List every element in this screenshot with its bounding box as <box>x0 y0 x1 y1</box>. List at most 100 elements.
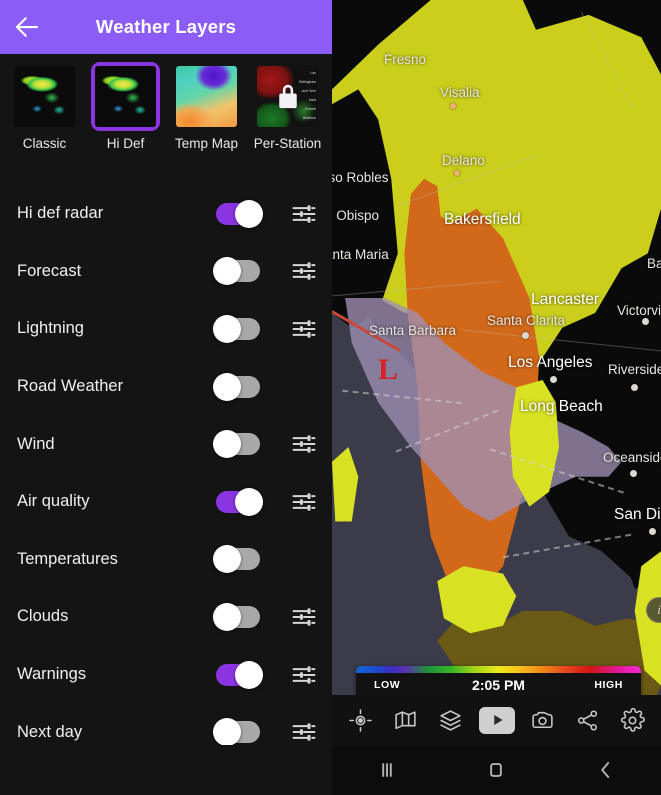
layer-settings-button[interactable] <box>290 430 318 458</box>
thumbnail-image <box>176 66 237 127</box>
map-bottom-toolbar <box>332 695 661 745</box>
camera-icon <box>532 711 553 728</box>
layer-label: Lightning <box>17 319 84 338</box>
map-style-option-temp-map[interactable]: Temp Map <box>166 62 247 185</box>
layer-row-wind[interactable]: Wind <box>0 415 332 473</box>
layer-toggle[interactable] <box>213 602 260 631</box>
thumbnail-mini-label: Everett <box>305 107 316 111</box>
layer-label: Wind <box>17 434 55 453</box>
layer-settings-button[interactable] <box>290 315 318 343</box>
back-icon <box>601 761 610 779</box>
layer-row-lightning[interactable]: Lightning <box>0 300 332 358</box>
settings-button[interactable] <box>616 703 650 737</box>
back-button[interactable] <box>0 0 54 54</box>
map-style-option-per-station[interactable]: Lac Bellingham ount Vern inset Everett Bellev… <box>247 62 328 185</box>
android-recents-button[interactable] <box>363 746 411 794</box>
layer-settings-button[interactable] <box>290 718 318 745</box>
share-button[interactable] <box>571 703 605 737</box>
home-icon <box>490 763 503 777</box>
layer-settings-button[interactable] <box>290 257 318 285</box>
map-city-dot <box>522 332 529 339</box>
toggle-knob <box>213 545 241 574</box>
layer-toggle[interactable] <box>213 718 260 745</box>
map-style-thumbnail <box>10 62 79 131</box>
legend-color-bar <box>356 666 641 673</box>
layer-toggle[interactable] <box>213 545 260 574</box>
map-style-option-classic[interactable]: Classic <box>4 62 85 185</box>
toggle-knob <box>213 372 241 401</box>
crosshair-location-icon <box>349 708 372 732</box>
map-style-thumbnail <box>91 62 160 131</box>
map-city-dot <box>450 103 456 109</box>
layers-icon <box>440 709 461 731</box>
layer-toggle[interactable] <box>216 199 263 228</box>
map-style-label: Temp Map <box>174 136 239 151</box>
layers-button[interactable] <box>434 703 468 737</box>
map-style-label: Hi Def <box>106 136 145 151</box>
toggle-knob <box>213 257 241 286</box>
weather-map[interactable]: L FresnoVisaliaDelanoBakersfieldPaso Rob… <box>332 0 661 745</box>
layer-label: Air quality <box>17 492 90 511</box>
layer-row-air-quality[interactable]: Air quality <box>0 473 332 531</box>
recents-icon <box>382 763 392 777</box>
thumbnail-mini-label: inset <box>308 98 316 102</box>
map-style-selector: Classic Hi Def Temp Map Lac Bellingham ount V… <box>0 54 332 185</box>
weather-layers-panel: Weather Layers Classic Hi Def Temp Map Lac B… <box>0 0 332 795</box>
layer-row-forecast[interactable]: Forecast <box>0 243 332 301</box>
layer-toggle[interactable] <box>216 487 263 516</box>
map-city-dot <box>631 384 638 391</box>
map-style-option-hi-def[interactable]: Hi Def <box>85 62 166 185</box>
layer-settings-button[interactable] <box>290 200 318 228</box>
layer-row-road-weather[interactable]: Road Weather <box>0 358 332 416</box>
panel-header: Weather Layers <box>0 0 332 54</box>
locate-button[interactable] <box>344 703 378 737</box>
play-button[interactable] <box>478 706 515 734</box>
layer-settings-button[interactable] <box>290 603 318 631</box>
layer-settings-button[interactable] <box>290 488 318 516</box>
layer-toggle-list[interactable]: Hi def radar Forecast Lightning Road Weathe… <box>0 185 332 745</box>
layer-row-temperatures[interactable]: Temperatures <box>0 531 332 589</box>
share-icon <box>577 709 598 731</box>
layer-label: Clouds <box>17 607 69 626</box>
toggle-knob <box>235 660 263 689</box>
lock-icon <box>274 82 302 112</box>
map-button[interactable] <box>389 703 423 737</box>
toggle-knob <box>235 199 263 228</box>
android-back-button[interactable] <box>582 746 630 794</box>
map-city-dot <box>454 170 460 176</box>
weather-app-screen: Weather Layers Classic Hi Def Temp Map Lac B… <box>0 0 661 795</box>
toggle-knob <box>213 718 241 745</box>
thumbnail-mini-label: Lac <box>310 71 316 75</box>
layer-toggle[interactable] <box>213 257 260 286</box>
layer-row-warnings[interactable]: Warnings <box>0 646 332 704</box>
layer-toggle[interactable] <box>213 430 260 459</box>
gear-icon <box>620 707 645 732</box>
low-pressure-marker: L <box>378 353 399 386</box>
layer-label: Next day <box>17 722 83 741</box>
layer-row-next-day[interactable]: Next day <box>0 703 332 745</box>
layer-toggle[interactable] <box>213 314 260 343</box>
thumbnail-image <box>95 66 156 127</box>
map-style-thumbnail <box>172 62 241 131</box>
thumbnail-mini-label: Bellevue <box>302 116 316 120</box>
camera-button[interactable] <box>526 703 560 737</box>
layer-settings-button[interactable] <box>290 661 318 689</box>
map-style-label: Classic <box>22 136 67 151</box>
android-home-button[interactable] <box>472 746 520 794</box>
layer-toggle[interactable] <box>213 372 260 401</box>
map-style-thumbnail: Lac Bellingham ount Vern inset Everett Bellev… <box>253 62 322 131</box>
layer-label: Hi def radar <box>17 204 104 223</box>
map-city-dot <box>630 470 637 477</box>
layer-label: Warnings <box>17 665 87 684</box>
map-icon <box>395 710 416 729</box>
play-icon <box>493 714 502 726</box>
legend-timestamp: 2:05 PM <box>472 677 525 693</box>
map-city-dot <box>642 318 649 325</box>
toggle-knob <box>213 314 241 343</box>
layer-row-clouds[interactable]: Clouds <box>0 588 332 646</box>
toggle-knob <box>213 602 241 631</box>
android-navigation-bar <box>332 745 661 795</box>
layer-label: Road Weather <box>17 377 124 396</box>
layer-row-hi-def-radar[interactable]: Hi def radar <box>0 185 332 243</box>
layer-toggle[interactable] <box>216 660 263 689</box>
